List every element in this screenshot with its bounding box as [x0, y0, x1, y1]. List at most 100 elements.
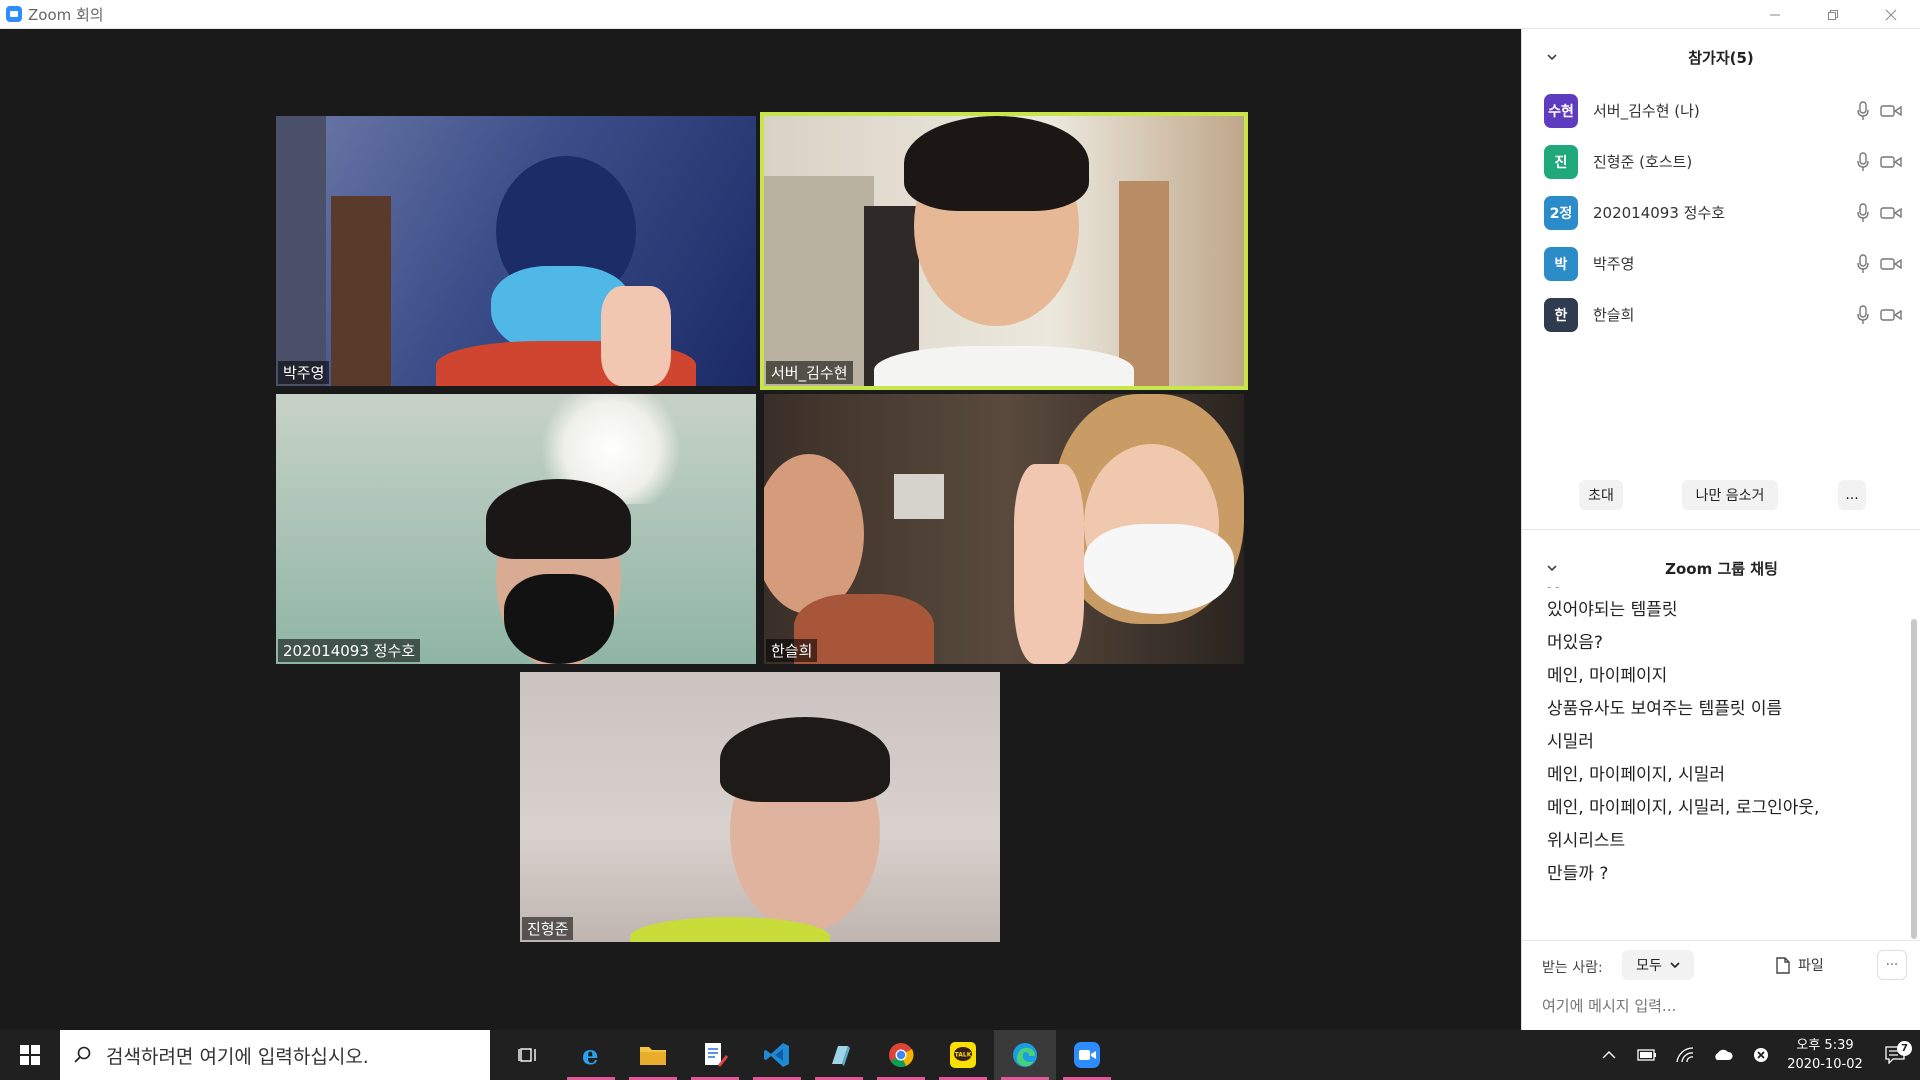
- chat-title: Zoom 그룹 채팅: [1665, 559, 1778, 578]
- taskbar-internet-explorer[interactable]: e: [560, 1030, 622, 1080]
- participant-status-icons: [1856, 100, 1902, 121]
- taskbar-edge[interactable]: [994, 1030, 1056, 1080]
- participant-status-icons: [1856, 202, 1902, 223]
- chat-message: 메인, 마이페이지, 시밀러: [1547, 765, 1726, 785]
- show-hidden-icons-button[interactable]: [1590, 1050, 1628, 1060]
- participant-item[interactable]: 한 한슬희: [1522, 289, 1920, 340]
- chrome-icon: [889, 1043, 914, 1068]
- avatar: 2정: [1544, 195, 1578, 230]
- chat-scrollbar[interactable]: [1911, 619, 1917, 939]
- tile-name-label: 박주영: [278, 361, 330, 384]
- chevron-down-icon[interactable]: [1546, 51, 1558, 63]
- video-tile-active-speaker[interactable]: 서버_김수현: [760, 112, 1248, 390]
- face-mask: [504, 574, 614, 664]
- window-controls: [1746, 0, 1920, 29]
- chevron-down-icon[interactable]: [1546, 562, 1558, 574]
- taskbar-notepad-app[interactable]: [684, 1030, 746, 1080]
- search-placeholder: 검색하려면 여기에 입력하십시오.: [106, 1045, 369, 1068]
- chat-header: Zoom 그룹 채팅: [1522, 540, 1920, 596]
- face-mask: [1084, 524, 1234, 614]
- video-tile[interactable]: 202014093 정수호: [276, 394, 756, 664]
- participants-more-button[interactable]: ...: [1838, 480, 1866, 510]
- chat-message: 메인, 마이페이지, 시밀러, 로그인아웃,: [1547, 798, 1820, 818]
- recipient-dropdown[interactable]: 모두: [1622, 950, 1694, 980]
- door: [1119, 181, 1169, 386]
- restore-button[interactable]: [1804, 0, 1862, 29]
- search-icon: [74, 1046, 91, 1063]
- taskbar-file-explorer[interactable]: [622, 1030, 684, 1080]
- chat-message: 머있음?: [1547, 633, 1603, 653]
- task-view-icon: [518, 1048, 536, 1062]
- notification-count-badge: 7: [1897, 1041, 1912, 1056]
- battery-button[interactable]: [1628, 1049, 1666, 1061]
- chat-message-list: 있어야되는 템플릿 머있음? 메인, 마이페이지 상품유사도 보여주는 템플릿 …: [1547, 594, 1887, 891]
- bookshelf: [331, 196, 391, 386]
- invite-button[interactable]: 초대: [1579, 480, 1623, 510]
- participant-item[interactable]: 진 진형준 (호스트): [1522, 136, 1920, 187]
- zoom-app-icon: [1074, 1042, 1100, 1068]
- taskbar-vscode[interactable]: [746, 1030, 808, 1080]
- close-window-button[interactable]: [1862, 0, 1920, 29]
- taskbar-search[interactable]: 검색하려면 여기에 입력하십시오.: [60, 1030, 490, 1080]
- file-button[interactable]: 파일: [1776, 950, 1824, 980]
- start-button[interactable]: [0, 1030, 60, 1080]
- windows-logo-icon: [20, 1045, 40, 1065]
- video-camera-icon: [1880, 104, 1902, 117]
- recipient-label: 받는 사람:: [1542, 960, 1603, 976]
- face: [764, 454, 864, 614]
- hair: [486, 479, 631, 559]
- chevron-down-icon: [1670, 962, 1680, 969]
- shirt: [874, 346, 1134, 386]
- system-tray: 오후 5:39 2020-10-02 7: [1590, 1030, 1920, 1080]
- internet-explorer-icon: e: [582, 1041, 599, 1069]
- video-gallery: 박주영 서버_김수현 202014093 정수호 한슬희 진형준: [0, 29, 1521, 1030]
- file-icon: [1776, 956, 1790, 974]
- clock[interactable]: 오후 5:39 2020-10-02: [1780, 1036, 1870, 1074]
- participant-name: 서버_김수현 (나): [1593, 102, 1700, 120]
- title-bar: Zoom 회의: [0, 0, 1920, 29]
- video-tile[interactable]: 한슬희: [764, 394, 1244, 664]
- minimize-icon: [1770, 14, 1780, 15]
- sidebar: 참가자(5) 수현 서버_김수현 (나) 진 진형준 (호스트) 2정 2020…: [1521, 29, 1920, 1030]
- participant-status-icons: [1856, 151, 1902, 172]
- hair: [904, 116, 1089, 211]
- tile-name-label: 202014093 정수호: [278, 639, 421, 662]
- participant-item[interactable]: 2정 202014093 정수호: [1522, 187, 1920, 238]
- taskbar-zoom[interactable]: [1056, 1030, 1118, 1080]
- mute-self-button[interactable]: 나만 음소거: [1682, 480, 1778, 510]
- participant-item[interactable]: 수현 서버_김수현 (나): [1522, 85, 1920, 136]
- video-camera-icon: [1880, 206, 1902, 219]
- volume-button[interactable]: [1742, 1047, 1780, 1063]
- chat-message-input[interactable]: [1542, 991, 1902, 1021]
- microphone-icon: [1857, 100, 1869, 120]
- vscode-icon: [764, 1043, 789, 1067]
- avatar: 진: [1544, 144, 1578, 179]
- avatar: 한: [1544, 297, 1578, 332]
- clock-time: 오후 5:39: [1796, 1038, 1854, 1053]
- task-view-button[interactable]: [498, 1030, 560, 1080]
- wifi-icon: [1676, 1047, 1694, 1063]
- participant-status-icons: [1856, 253, 1902, 274]
- onedrive-button[interactable]: [1704, 1049, 1742, 1061]
- hand: [1014, 464, 1084, 664]
- network-button[interactable]: [1666, 1047, 1704, 1063]
- microphone-icon: [1857, 151, 1869, 171]
- taskbar-app-eraser[interactable]: [808, 1030, 870, 1080]
- video-tile[interactable]: 박주영: [276, 116, 756, 386]
- window-title: Zoom 회의: [28, 5, 104, 24]
- participants-header: 참가자(5): [1522, 29, 1920, 85]
- minimize-button[interactable]: [1746, 0, 1804, 29]
- chat-message: 상품유사도 보여주는 템플릿 이름: [1547, 699, 1783, 719]
- cloud-icon: [1715, 1049, 1733, 1060]
- taskbar-kakaotalk[interactable]: TALK: [932, 1030, 994, 1080]
- close-icon: [1885, 9, 1897, 20]
- notification-center-button[interactable]: 7: [1870, 1041, 1920, 1064]
- participant-item[interactable]: 박 박주영: [1522, 238, 1920, 289]
- chat-more-button[interactable]: ···: [1877, 950, 1907, 980]
- taskbar-chrome[interactable]: [870, 1030, 932, 1080]
- video-camera-icon: [1880, 257, 1902, 270]
- video-tile[interactable]: 진형준: [520, 672, 1000, 942]
- chat-message: 메인, 마이페이지: [1547, 666, 1668, 686]
- folder-icon: [640, 1047, 666, 1065]
- tile-name-label: 서버_김수현: [766, 361, 853, 384]
